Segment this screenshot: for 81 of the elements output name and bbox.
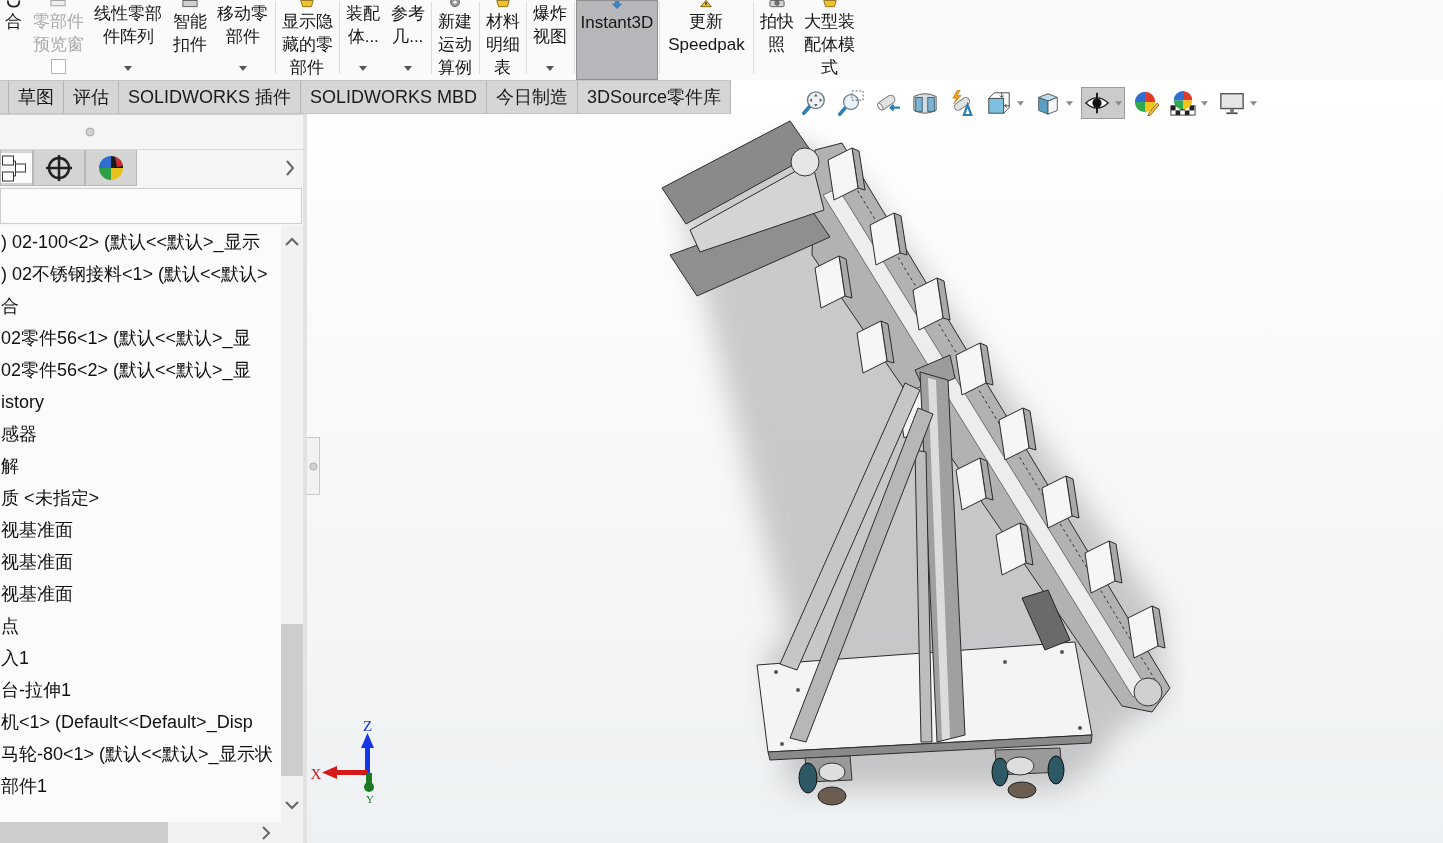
ribbon-dropdown-button[interactable]: 装配体... bbox=[341, 0, 386, 80]
tree-item[interactable]: 马轮-80<1> (默认<<默认>_显示状 bbox=[0, 738, 273, 770]
color-ball-icon bbox=[97, 153, 125, 182]
caret-icon bbox=[238, 66, 247, 71]
tree-item[interactable]: 点 bbox=[0, 610, 19, 642]
ribbon-command-button[interactable]: 材料明细表 bbox=[480, 0, 525, 80]
caret-icon bbox=[359, 66, 368, 71]
scrollbar-thumb[interactable] bbox=[0, 822, 168, 843]
ribbon-command-button[interactable]: 大型装配体模式 bbox=[799, 0, 861, 80]
ribbon-command-button[interactable]: 显示隐藏的零部件 bbox=[276, 0, 338, 80]
tree-item[interactable]: ) 02-100<2> (默认<<默认>_显示 bbox=[0, 226, 260, 258]
zoom-area-icon bbox=[838, 90, 864, 116]
panel-tab[interactable] bbox=[0, 150, 33, 186]
block-icon bbox=[494, 0, 511, 8]
tree-icon bbox=[1, 152, 32, 183]
caret-icon bbox=[124, 66, 133, 71]
filter-field[interactable] bbox=[0, 188, 302, 224]
ribbon-command-button[interactable]: 合 bbox=[0, 0, 28, 80]
caret-icon bbox=[1250, 100, 1257, 106]
tree-item[interactable]: 机<1> (Default<<Default>_Disp bbox=[0, 706, 253, 738]
zoom-to-fit-icon bbox=[801, 90, 827, 116]
tree-item[interactable]: 部件1 bbox=[0, 770, 47, 802]
tree-item[interactable]: 视基准面 bbox=[0, 578, 73, 610]
warning-icon bbox=[698, 0, 715, 8]
vertical-scrollbar[interactable] bbox=[281, 226, 303, 822]
tree-item[interactable]: 质 <未指定> bbox=[0, 482, 100, 514]
tree-item[interactable]: 感器 bbox=[0, 418, 37, 450]
axis-label: Z bbox=[362, 718, 373, 734]
section-cylinder-icon bbox=[912, 90, 938, 116]
caret-icon bbox=[1115, 100, 1122, 106]
tree-item[interactable]: 02零件56<2> (默认<<默认>_显 bbox=[0, 354, 251, 386]
eye-icon bbox=[1084, 90, 1110, 116]
scroll-right-icon[interactable] bbox=[262, 826, 271, 840]
caret-icon bbox=[546, 66, 555, 71]
axis-label: Y bbox=[366, 793, 374, 805]
caret-icon bbox=[1201, 100, 1208, 106]
camera-icon bbox=[768, 0, 785, 8]
panel-tab[interactable] bbox=[33, 150, 85, 186]
tree-item[interactable]: 合 bbox=[0, 290, 19, 322]
tree-item[interactable]: 解 bbox=[0, 450, 19, 482]
ribbon-command-button[interactable]: 更新Speedpak bbox=[661, 0, 752, 80]
ribbon-command-button[interactable]: Instant3D bbox=[575, 0, 659, 80]
ribbon-dropdown-button[interactable]: 爆炸视图 bbox=[528, 0, 573, 80]
tree-item[interactable]: 入1 bbox=[0, 642, 29, 674]
ribbon-command-button[interactable]: 拍快照 bbox=[754, 0, 800, 80]
caret-icon bbox=[1066, 100, 1073, 106]
axis-label: X bbox=[310, 766, 322, 782]
grip-dot-icon bbox=[308, 461, 318, 471]
tree-item[interactable]: 视基准面 bbox=[0, 546, 73, 578]
panel-collapse-handle[interactable] bbox=[307, 437, 320, 495]
color-ball-checker-icon bbox=[1170, 90, 1196, 116]
tree-item[interactable]: 02零件56<1> (默认<<默认>_显 bbox=[0, 322, 251, 354]
tree-item[interactable]: ) 02不锈钢接料<1> (默认<<默认> bbox=[0, 258, 268, 290]
chevron-right-icon bbox=[285, 160, 295, 176]
tree-item[interactable]: 视基准面 bbox=[0, 514, 73, 546]
caret-icon bbox=[1017, 100, 1024, 106]
crosshair-icon bbox=[45, 153, 73, 182]
shaded-cube-icon bbox=[1035, 90, 1061, 116]
color-ball-pencil-icon bbox=[1133, 90, 1159, 116]
monitor-icon bbox=[1219, 90, 1245, 116]
block-icon bbox=[299, 0, 316, 8]
grip-dot-icon[interactable] bbox=[85, 127, 95, 137]
box-icon bbox=[181, 0, 198, 8]
scroll-up-icon[interactable] bbox=[285, 237, 299, 246]
caret-icon bbox=[403, 66, 412, 71]
lightning-cylinder-icon bbox=[949, 90, 975, 116]
scrollbar-thumb[interactable] bbox=[281, 624, 303, 776]
ribbon-dropdown-button[interactable]: 线性零部件阵列 bbox=[89, 0, 168, 80]
tree-item[interactable]: 台-拉伸1 bbox=[0, 674, 71, 706]
panel-tab[interactable] bbox=[85, 150, 137, 186]
tree-item[interactable]: istory bbox=[0, 386, 44, 418]
ribbon-command-button[interactable]: 智能扣件 bbox=[167, 0, 212, 80]
ribbon-command-button[interactable]: 新建运动算例 bbox=[433, 0, 478, 80]
ribbon-dropdown-button[interactable]: 参考几... bbox=[385, 0, 430, 80]
scroll-down-icon[interactable] bbox=[285, 801, 299, 810]
view-toolbar-button[interactable] bbox=[1081, 87, 1125, 119]
horizontal-scrollbar[interactable] bbox=[0, 822, 303, 843]
ribbon-dropdown-button[interactable]: 移动零部件 bbox=[212, 0, 274, 80]
curve-icon bbox=[5, 0, 22, 8]
block-icon bbox=[821, 0, 838, 8]
view-cube-icon bbox=[986, 90, 1012, 116]
